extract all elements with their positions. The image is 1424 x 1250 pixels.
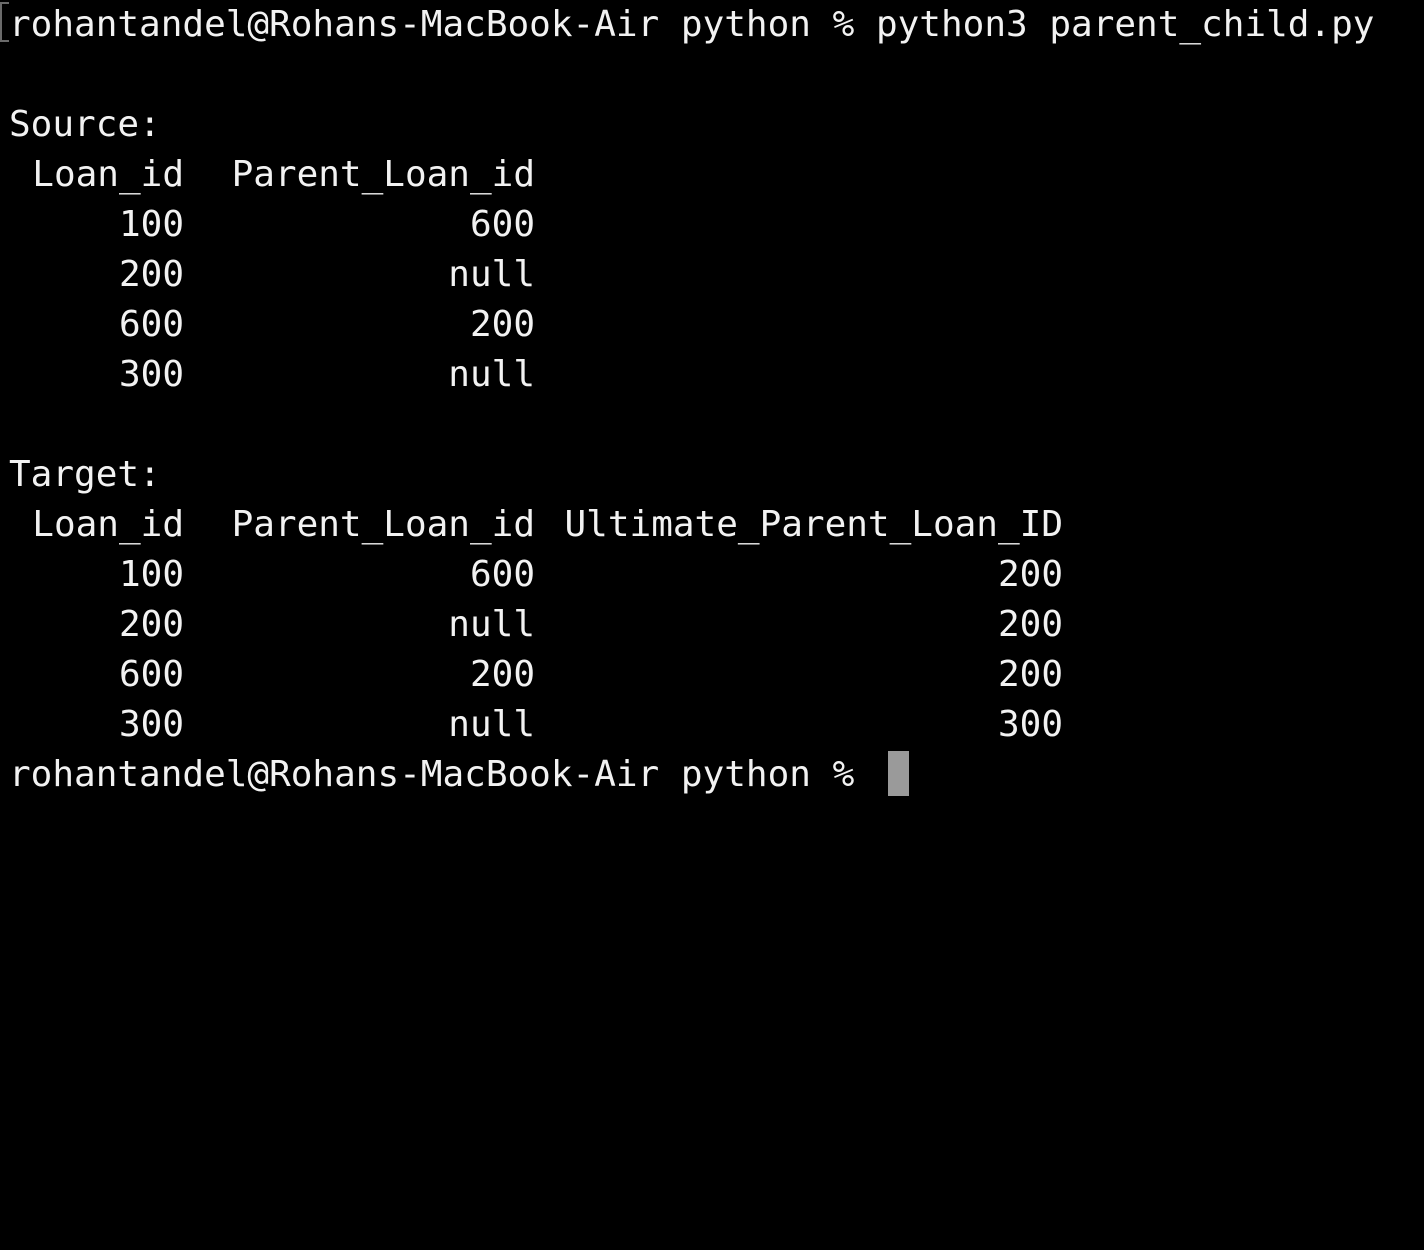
target-header-ultimate-parent-loan-id: Ultimate_Parent_Loan_ID	[564, 504, 1064, 545]
source-cell-parent-loan-id: null	[448, 354, 535, 395]
source-cell-loan-id: 600	[118, 304, 184, 345]
source-header-parent-loan-id: Parent_Loan_id	[231, 154, 535, 195]
target-header-row: Loan_id Parent_Loan_id Ultimate_Parent_L…	[9, 500, 1409, 550]
source-cell-loan-id: 300	[118, 354, 184, 395]
text-cursor	[888, 751, 909, 796]
target-cell-parent-loan-id: 600	[469, 554, 535, 595]
source-cell-loan-id: 100	[118, 204, 184, 245]
source-header-row: Loan_id Parent_Loan_id	[9, 150, 1409, 200]
source-header-loan-id: Loan_id	[32, 154, 184, 195]
line-marker-icon	[0, 2, 9, 42]
table-row: 300 null	[9, 350, 1409, 400]
target-cell-loan-id: 100	[118, 554, 184, 595]
target-cell-ultimate-parent-loan-id: 200	[997, 604, 1063, 645]
target-header-parent-loan-id: Parent_Loan_id	[231, 504, 535, 545]
target-cell-ultimate-parent-loan-id: 200	[997, 654, 1063, 695]
target-cell-ultimate-parent-loan-id: 300	[997, 704, 1063, 745]
source-cell-parent-loan-id: null	[448, 254, 535, 295]
table-row: 600 200 200	[9, 650, 1409, 700]
source-cell-parent-loan-id: 200	[469, 304, 535, 345]
table-row: 100 600	[9, 200, 1409, 250]
target-cell-loan-id: 200	[118, 604, 184, 645]
shell-prompt: rohantandel@Rohans-MacBook-Air python %	[9, 754, 855, 795]
table-row: 200 null	[9, 250, 1409, 300]
target-label: Target:	[9, 454, 161, 495]
source-cell-parent-loan-id: 600	[469, 204, 535, 245]
target-header-loan-id: Loan_id	[32, 504, 184, 545]
table-row: 300 null 300	[9, 700, 1409, 750]
target-cell-parent-loan-id: null	[448, 604, 535, 645]
table-row: 200 null 200	[9, 600, 1409, 650]
command-line: rohantandel@Rohans-MacBook-Air python % …	[0, 0, 1374, 50]
target-cell-ultimate-parent-loan-id: 200	[997, 554, 1063, 595]
target-cell-parent-loan-id: 200	[469, 654, 535, 695]
table-row: 600 200	[9, 300, 1409, 350]
command-text: rohantandel@Rohans-MacBook-Air python % …	[9, 4, 1375, 45]
target-cell-loan-id: 300	[118, 704, 184, 745]
terminal-window[interactable]: rohantandel@Rohans-MacBook-Air python % …	[0, 0, 1424, 796]
table-row: 100 600 200	[9, 550, 1409, 600]
source-cell-loan-id: 200	[118, 254, 184, 295]
target-cell-loan-id: 600	[118, 654, 184, 695]
target-cell-parent-loan-id: null	[448, 704, 535, 745]
source-label: Source:	[9, 104, 161, 145]
